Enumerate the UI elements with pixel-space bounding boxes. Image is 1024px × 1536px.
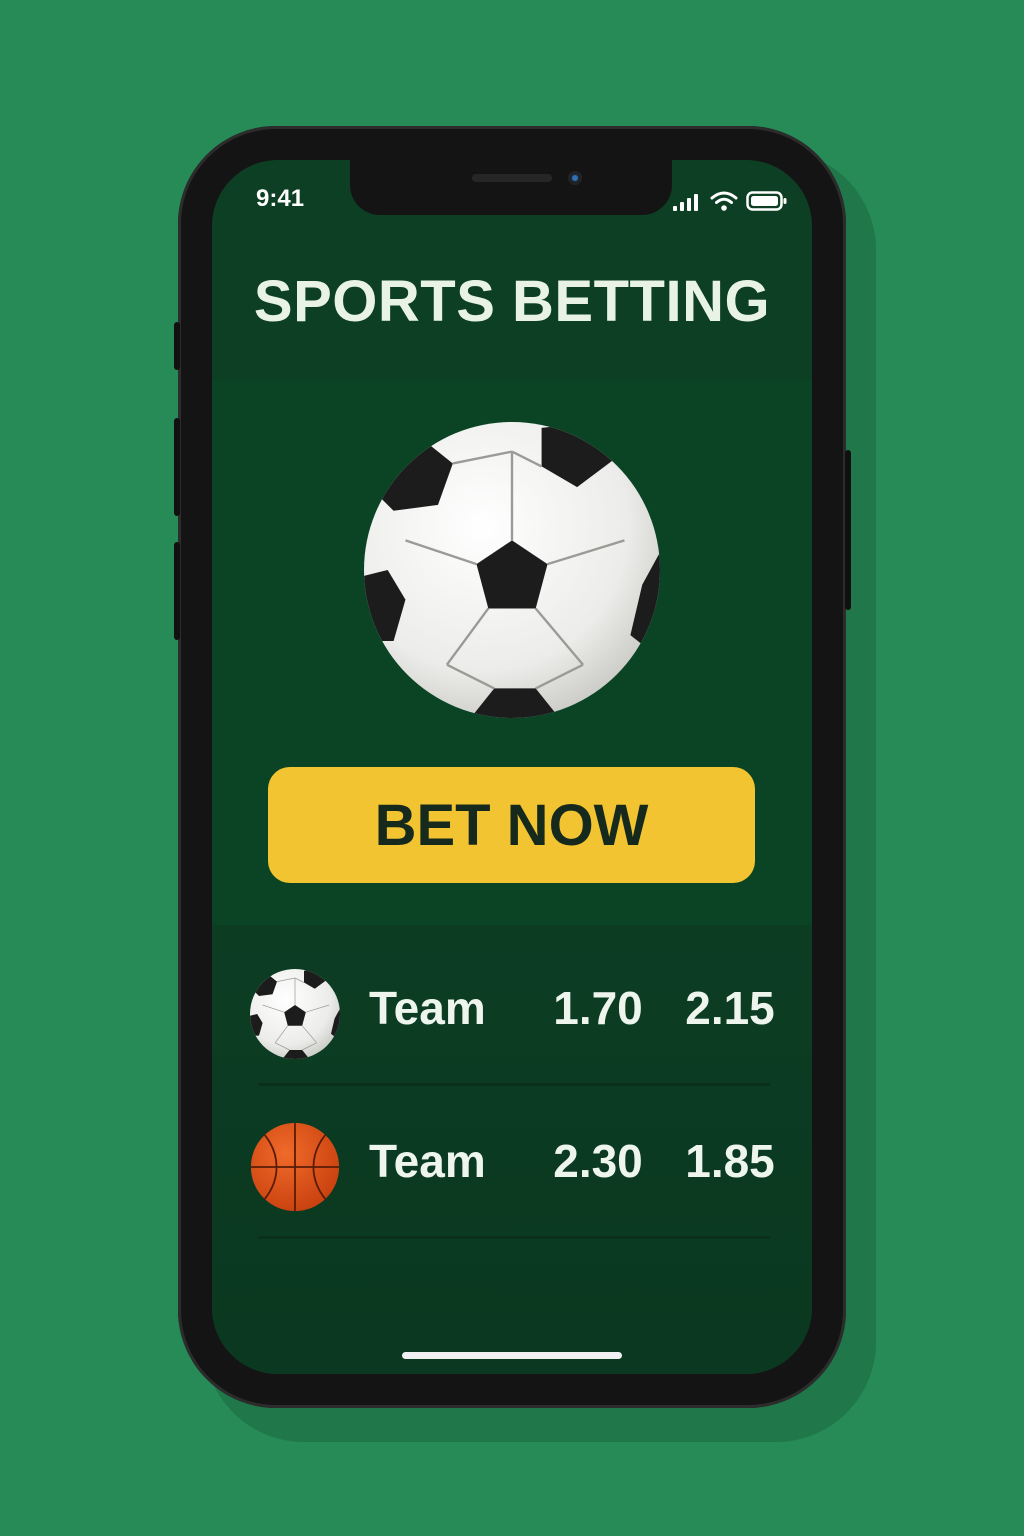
page-title: SPORTS BETTING — [253, 269, 771, 334]
status-time: 9:41 — [256, 185, 305, 212]
battery-icon — [746, 191, 787, 211]
notch — [350, 160, 672, 215]
odds-home[interactable]: 2.30 — [543, 1134, 653, 1188]
match-row[interactable]: Team 2.30 1.85 — [212, 1078, 812, 1230]
volume-down-button — [174, 542, 180, 640]
match-row[interactable]: Team 1.70 2.15 — [212, 925, 812, 1077]
wifi-icon — [710, 191, 738, 211]
odds-away[interactable]: 1.85 — [675, 1134, 785, 1188]
earpiece-speaker — [472, 174, 552, 182]
home-indicator[interactable] — [402, 1352, 622, 1359]
odds-home[interactable]: 1.70 — [543, 981, 653, 1035]
phone-screen: SPORTS BETTING 9:41 BET NOW Team 1.70 2.… — [212, 160, 812, 1374]
row-divider — [258, 1236, 770, 1239]
power-button — [845, 450, 851, 610]
odds-away[interactable]: 2.15 — [675, 981, 785, 1035]
volume-up-button — [174, 418, 180, 516]
basketball-icon — [250, 1122, 340, 1212]
team-name: Team — [369, 1135, 486, 1187]
soccer-ball-icon — [364, 422, 660, 718]
team-name: Team — [369, 982, 486, 1034]
bet-now-button[interactable]: BET NOW — [268, 767, 755, 883]
front-camera — [568, 171, 582, 185]
soccer-ball-icon — [250, 969, 340, 1059]
signal-icon — [673, 194, 698, 211]
side-button — [174, 322, 180, 370]
match-list: Team 1.70 2.15 Team 2.30 1.85 — [212, 925, 812, 1374]
